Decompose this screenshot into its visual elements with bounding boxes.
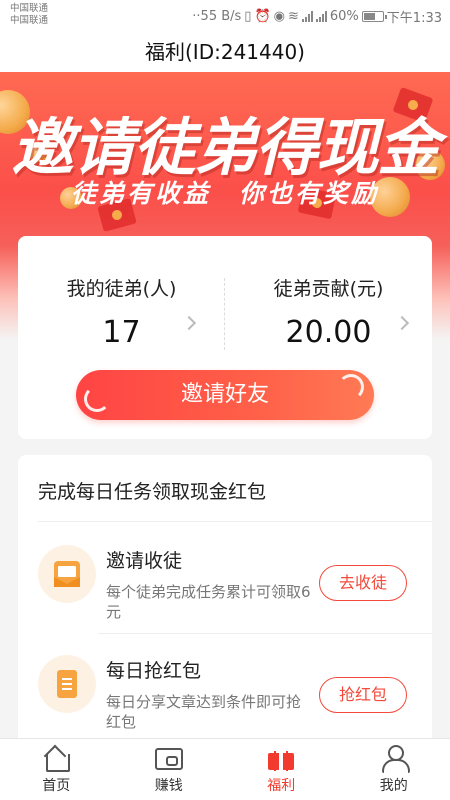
grab-red-envelope-button[interactable]: 抢红包: [319, 677, 407, 713]
title-bar: 福利(ID:241440): [0, 32, 450, 72]
network-speed: ··55 B/s: [192, 9, 242, 24]
divider: [98, 633, 432, 634]
apprentice-contribution-stat[interactable]: 徒弟贡献(元) 20.00: [225, 274, 432, 350]
battery-icon: [361, 11, 387, 22]
alarm-icon: ⏰: [254, 9, 271, 24]
nav-item-home[interactable]: 首页: [0, 739, 113, 800]
invite-friends-label: 邀请好友: [180, 382, 269, 407]
daily-tasks-card: 完成每日任务领取现金红包 邀请收徒 每个徒弟完成任务累计可领取6元 去收徒 每日…: [18, 455, 432, 755]
carrier-2: 中国联通: [10, 15, 49, 26]
task-name: 每日抢红包: [106, 660, 202, 682]
banner-subtitle: 徒弟有收益 你也有奖励: [70, 179, 379, 208]
task-name: 邀请收徒: [106, 550, 183, 572]
nav-label: 赚钱: [154, 778, 183, 794]
wifi-icon: ≋: [287, 9, 299, 24]
apprentice-stats-card: 我的徒弟(人) 17 徒弟贡献(元) 20.00 邀请好友: [18, 236, 432, 439]
signal-icon-2: [315, 11, 327, 22]
apprentices-label: 我的徒弟(人): [66, 278, 177, 300]
page-title: 福利(ID:241440): [145, 40, 305, 64]
carrier-1: 中国联通: [10, 3, 49, 14]
button-arc-decoration: [84, 386, 110, 412]
task-item-invite: 邀请收徒 每个徒弟完成任务累计可领取6元 去收徒: [18, 535, 432, 635]
vibrate-icon: ▯: [244, 9, 252, 24]
mail-icon: [54, 561, 80, 587]
invite-friends-button[interactable]: 邀请好友: [76, 370, 374, 420]
signal-icon: [301, 11, 313, 22]
task-item-red-envelope: 每日抢红包 每日分享文章达到条件即可抢红包 抢红包: [18, 645, 432, 745]
gift-icon: [267, 746, 295, 770]
nav-item-welfare[interactable]: 福利: [225, 739, 338, 800]
bottom-nav: 首页 赚钱 福利 我的: [0, 738, 450, 800]
task-description: 每个徒弟完成任务累计可领取6元: [106, 583, 311, 621]
nav-label: 我的: [379, 778, 408, 794]
task-description: 每日分享文章达到条件即可抢红包: [106, 693, 302, 731]
battery-percent: 60%: [329, 9, 359, 24]
nav-item-earn[interactable]: 赚钱: [113, 739, 226, 800]
button-arc-decoration: [338, 374, 364, 400]
recruit-apprentice-button[interactable]: 去收徒: [319, 565, 407, 601]
status-bar: 中国联通 中国联通 ··55 B/s ▯ ⏰ ◉ ≋ 60% 下午1:33: [0, 0, 450, 32]
my-apprentices-stat[interactable]: 我的徒弟(人) 17: [18, 274, 225, 350]
nav-label: 首页: [42, 778, 71, 794]
clock: 下午1:33: [386, 11, 442, 26]
nav-label: 福利: [267, 778, 296, 794]
tasks-heading: 完成每日任务领取现金红包: [38, 481, 267, 503]
status-indicators: ··55 B/s ▯ ⏰ ◉ ≋ 60% 下午1:33: [192, 7, 442, 26]
task-icon-bg: [38, 545, 96, 603]
user-icon: [381, 745, 410, 773]
wallet-icon: [154, 748, 183, 770]
home-icon: [43, 746, 71, 772]
eye-icon: ◉: [273, 9, 285, 24]
divider: [38, 521, 432, 522]
task-icon-bg: [38, 655, 96, 713]
contribution-label: 徒弟贡献(元): [273, 278, 384, 300]
nav-item-mine[interactable]: 我的: [338, 739, 450, 800]
carrier-info: 中国联通 中国联通: [10, 3, 48, 27]
note-icon: [57, 670, 77, 698]
